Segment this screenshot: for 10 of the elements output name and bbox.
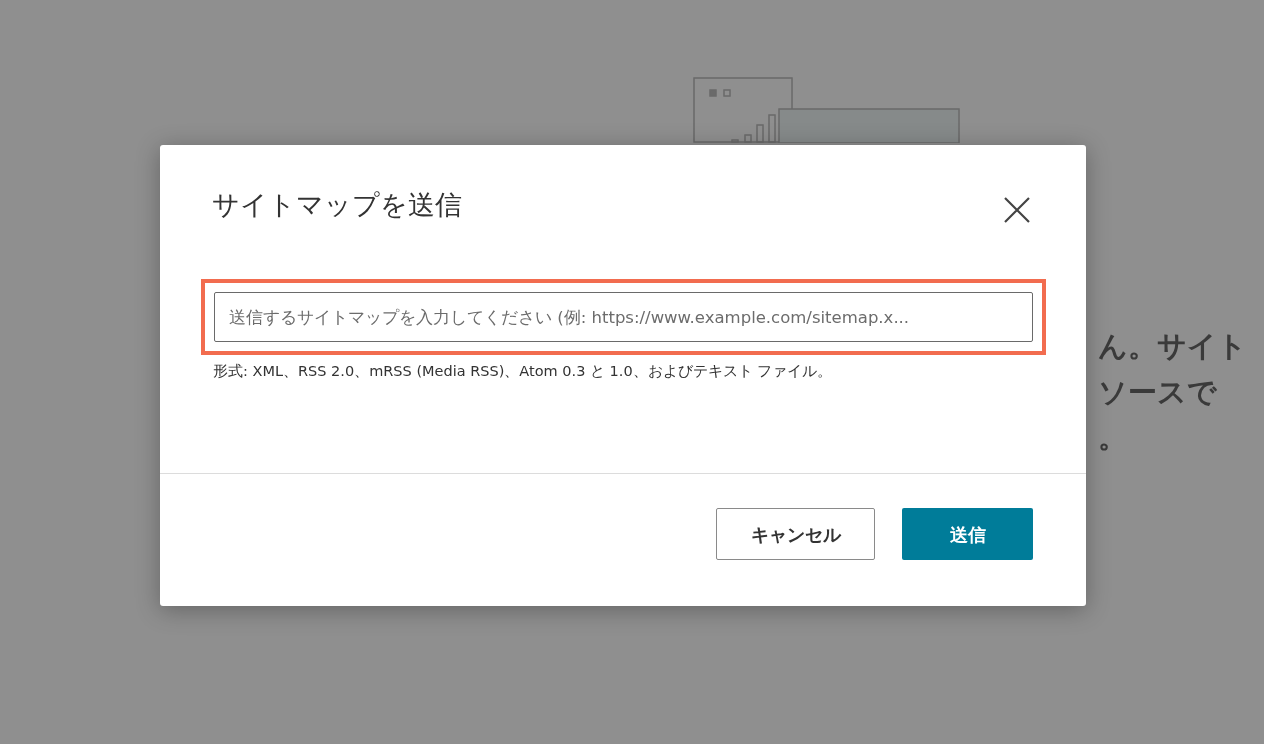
- background-text: ん。サイト: [1098, 328, 1247, 365]
- sitemap-url-field[interactable]: 送信するサイトマップを入力してください (例: https://www.example.com/sitemap.x...: [214, 292, 1033, 342]
- background-text: 。: [1098, 419, 1128, 457]
- chart-illustration-icon: [693, 77, 963, 143]
- cancel-button[interactable]: キャンセル: [716, 508, 875, 560]
- format-hint: 形式: XML、RSS 2.0、mRSS (Media RSS)、Atom 0.3 と 1.0、およびテキスト ファイル。: [213, 362, 834, 381]
- close-icon: [1004, 197, 1030, 223]
- background-text: ソースで: [1098, 373, 1218, 411]
- submit-button[interactable]: 送信: [902, 508, 1033, 560]
- dialog-title: サイトマップを送信: [212, 189, 462, 222]
